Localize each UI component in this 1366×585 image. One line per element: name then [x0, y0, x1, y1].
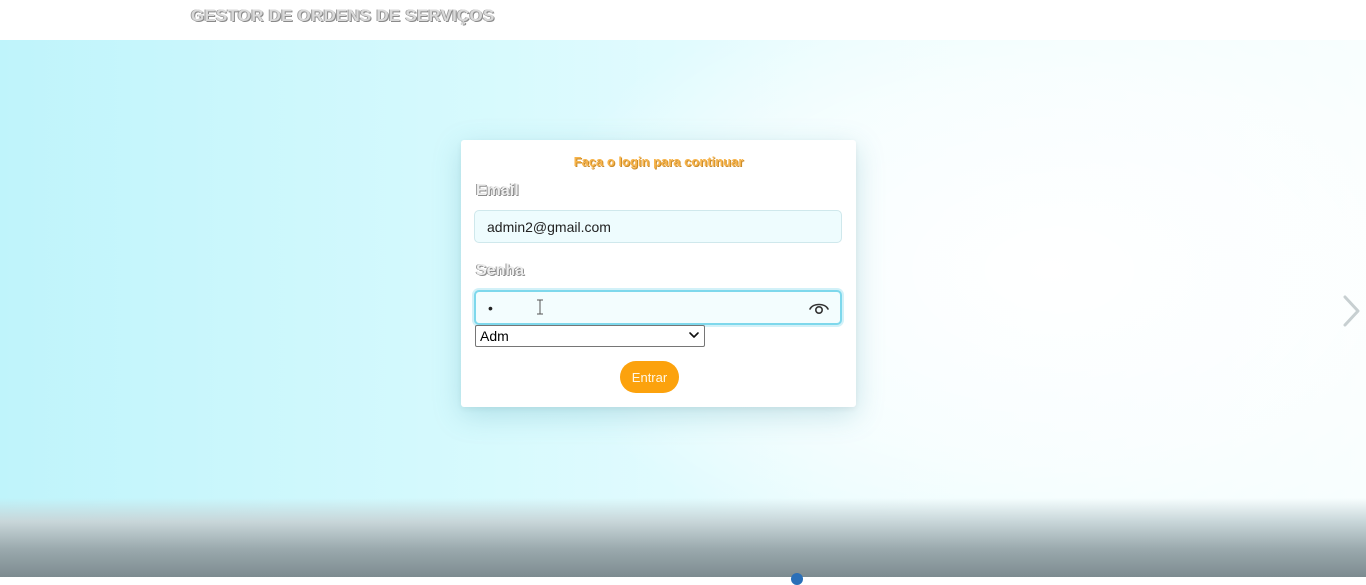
chevron-right-icon[interactable] [1340, 294, 1362, 328]
eye-icon[interactable] [807, 298, 831, 318]
carousel-indicator[interactable] [791, 573, 803, 585]
app-title: GESTOR DE ORDENS DE SERVIÇOS [191, 6, 495, 25]
role-select-value: Adm [480, 328, 509, 344]
bottom-gradient [0, 498, 1366, 577]
password-field[interactable] [474, 290, 842, 325]
email-field[interactable] [474, 210, 842, 243]
text-cursor-icon [537, 299, 543, 315]
chevron-down-icon [689, 332, 699, 338]
login-heading: Faça o login para continuar [573, 154, 744, 169]
email-label: Email [476, 182, 519, 199]
role-select[interactable]: Adm [475, 325, 705, 347]
page-background: Faça o login para continuar Email Senha … [0, 40, 1366, 585]
login-button[interactable]: Entrar [620, 361, 679, 393]
password-label: Senha [476, 262, 525, 279]
top-bar: GESTOR DE ORDENS DE SERVIÇOS [0, 0, 1366, 40]
login-card: Faça o login para continuar Email Senha … [461, 140, 856, 407]
